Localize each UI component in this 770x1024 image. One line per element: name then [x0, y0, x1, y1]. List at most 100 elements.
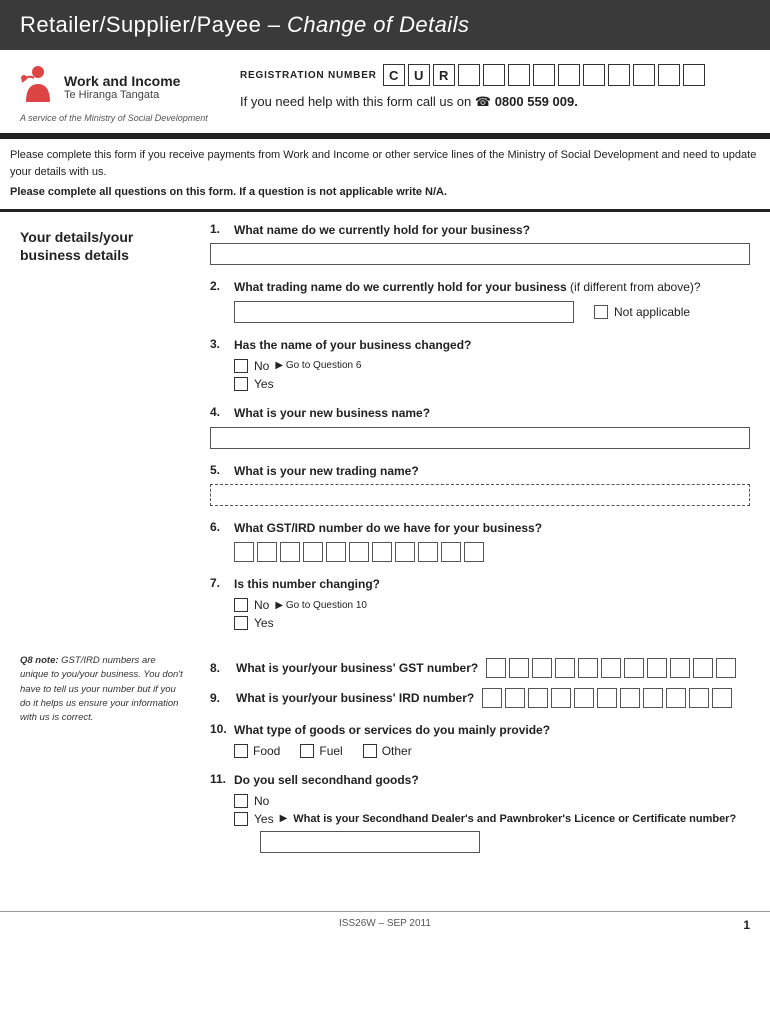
q10-options: Food Fuel Other: [234, 744, 750, 758]
phone-icon: [475, 94, 491, 109]
logo-box: Work and Income Te Hiranga Tangata: [20, 64, 240, 109]
q3-option-yes: Yes: [234, 377, 750, 391]
reg-box-c: C: [383, 64, 405, 86]
q10-fuel-option: Fuel: [300, 744, 342, 758]
not-applicable-checkbox[interactable]: [594, 305, 608, 319]
q6-digit-8[interactable]: [395, 542, 415, 562]
q6-digit-4[interactable]: [303, 542, 323, 562]
q4-header: 4. What is your new business name?: [210, 405, 750, 422]
q8-digit-7[interactable]: [624, 658, 644, 678]
q9-digit-1[interactable]: [482, 688, 502, 708]
q6-digit-7[interactable]: [372, 542, 392, 562]
question-7: 7. Is this number changing? No ▶ Go to Q…: [210, 576, 750, 630]
question-2: 2. What trading name do we currently hol…: [210, 279, 750, 323]
q10-other-checkbox[interactable]: [363, 744, 377, 758]
reg-box-7: [608, 64, 630, 86]
reg-box-6: [583, 64, 605, 86]
question-3: 3. Has the name of your business changed…: [210, 337, 750, 391]
q7-header: 7. Is this number changing?: [210, 576, 750, 593]
q8-digit-1[interactable]: [486, 658, 506, 678]
q5-input[interactable]: [210, 484, 750, 506]
sidebar-note-text: Q8 note: GST/IRD numbers are unique to y…: [20, 654, 184, 725]
logo-area: Work and Income Te Hiranga Tangata A ser…: [20, 64, 240, 123]
q3-yes-checkbox[interactable]: [234, 377, 248, 391]
q2-input-row: Not applicable: [234, 301, 750, 323]
question-4: 4. What is your new business name?: [210, 405, 750, 449]
q8-digit-6[interactable]: [601, 658, 621, 678]
q11-option-yes: Yes ▶ What is your Secondhand Dealer's a…: [234, 812, 750, 826]
q8-digit-11[interactable]: [716, 658, 736, 678]
q5-header: 5. What is your new trading name?: [210, 463, 750, 480]
q8-digit-3[interactable]: [532, 658, 552, 678]
q9-digit-11[interactable]: [712, 688, 732, 708]
q11-no-checkbox[interactable]: [234, 794, 248, 808]
q8-digit-9[interactable]: [670, 658, 690, 678]
q6-digit-11[interactable]: [464, 542, 484, 562]
q6-digit-1[interactable]: [234, 542, 254, 562]
q6-header: 6. What GST/IRD number do we have for yo…: [210, 520, 750, 537]
q9-digit-3[interactable]: [528, 688, 548, 708]
q10-header: 10. What type of goods or services do yo…: [210, 722, 750, 739]
q9-digit-2[interactable]: [505, 688, 525, 708]
q3-no-checkbox[interactable]: [234, 359, 248, 373]
q11-option-no: No: [234, 794, 750, 808]
question-9: 9. What is your/your business' IRD numbe…: [210, 688, 750, 708]
q3-option-no: No ▶ Go to Question 6: [234, 359, 750, 373]
q9-digit-5[interactable]: [574, 688, 594, 708]
question-10: 10. What type of goods or services do yo…: [210, 722, 750, 758]
q10-food-checkbox[interactable]: [234, 744, 248, 758]
q8-digit-8[interactable]: [647, 658, 667, 678]
registration-boxes: C U R: [383, 64, 705, 86]
q6-digit-2[interactable]: [257, 542, 277, 562]
q6-digit-10[interactable]: [441, 542, 461, 562]
q11-sub-input[interactable]: [260, 831, 480, 853]
q8-q9-col: 8. What is your/your business' GST numbe…: [200, 654, 770, 871]
q6-digit-9[interactable]: [418, 542, 438, 562]
question-1: 1. What name do we currently hold for yo…: [210, 222, 750, 266]
reg-box-9: [658, 64, 680, 86]
q9-digit-4[interactable]: [551, 688, 571, 708]
q1-input[interactable]: [210, 243, 750, 265]
section-label-col: Your details/your business details: [0, 212, 200, 655]
page-title: Retailer/Supplier/Payee – Change of Deta…: [20, 12, 750, 38]
form-col: 1. What name do we currently hold for yo…: [200, 212, 770, 655]
q1-header: 1. What name do we currently hold for yo…: [210, 222, 750, 239]
q2-input[interactable]: [234, 301, 574, 323]
main-section: Your details/your business details 1. Wh…: [0, 209, 770, 655]
q3-header: 3. Has the name of your business changed…: [210, 337, 750, 354]
top-info-row: Work and Income Te Hiranga Tangata A ser…: [0, 50, 770, 136]
q9-digit-boxes: [482, 688, 732, 708]
q9-row: 9. What is your/your business' IRD numbe…: [210, 688, 750, 708]
q9-digit-8[interactable]: [643, 688, 663, 708]
q8-row: 8. What is your/your business' GST numbe…: [210, 658, 750, 678]
q9-digit-9[interactable]: [666, 688, 686, 708]
q8-digit-5[interactable]: [578, 658, 598, 678]
q8-digit-4[interactable]: [555, 658, 575, 678]
q8-digit-2[interactable]: [509, 658, 529, 678]
q8-digit-boxes: [486, 658, 736, 678]
not-applicable-row: Not applicable: [594, 305, 690, 319]
q7-option-yes: Yes: [234, 616, 750, 630]
reg-box-3: [508, 64, 530, 86]
q6-digit-5[interactable]: [326, 542, 346, 562]
q9-digit-6[interactable]: [597, 688, 617, 708]
q2-header: 2. What trading name do we currently hol…: [210, 279, 750, 296]
q11-yes-checkbox[interactable]: [234, 812, 248, 826]
q9-digit-10[interactable]: [689, 688, 709, 708]
registration-area: REGISTRATION NUMBER C U R If you need he…: [240, 64, 750, 110]
q4-input[interactable]: [210, 427, 750, 449]
reg-box-1: [458, 64, 480, 86]
q8-digit-10[interactable]: [693, 658, 713, 678]
q10-other-option: Other: [363, 744, 412, 758]
page-number: 1: [743, 918, 750, 932]
q7-yes-checkbox[interactable]: [234, 616, 248, 630]
question-5: 5. What is your new trading name?: [210, 463, 750, 507]
q9-digit-7[interactable]: [620, 688, 640, 708]
q10-fuel-checkbox[interactable]: [300, 744, 314, 758]
question-6: 6. What GST/IRD number do we have for yo…: [210, 520, 750, 562]
q7-option-no: No ▶ Go to Question 10: [234, 598, 750, 612]
q6-digit-3[interactable]: [280, 542, 300, 562]
q7-no-checkbox[interactable]: [234, 598, 248, 612]
reg-box-4: [533, 64, 555, 86]
q6-digit-6[interactable]: [349, 542, 369, 562]
